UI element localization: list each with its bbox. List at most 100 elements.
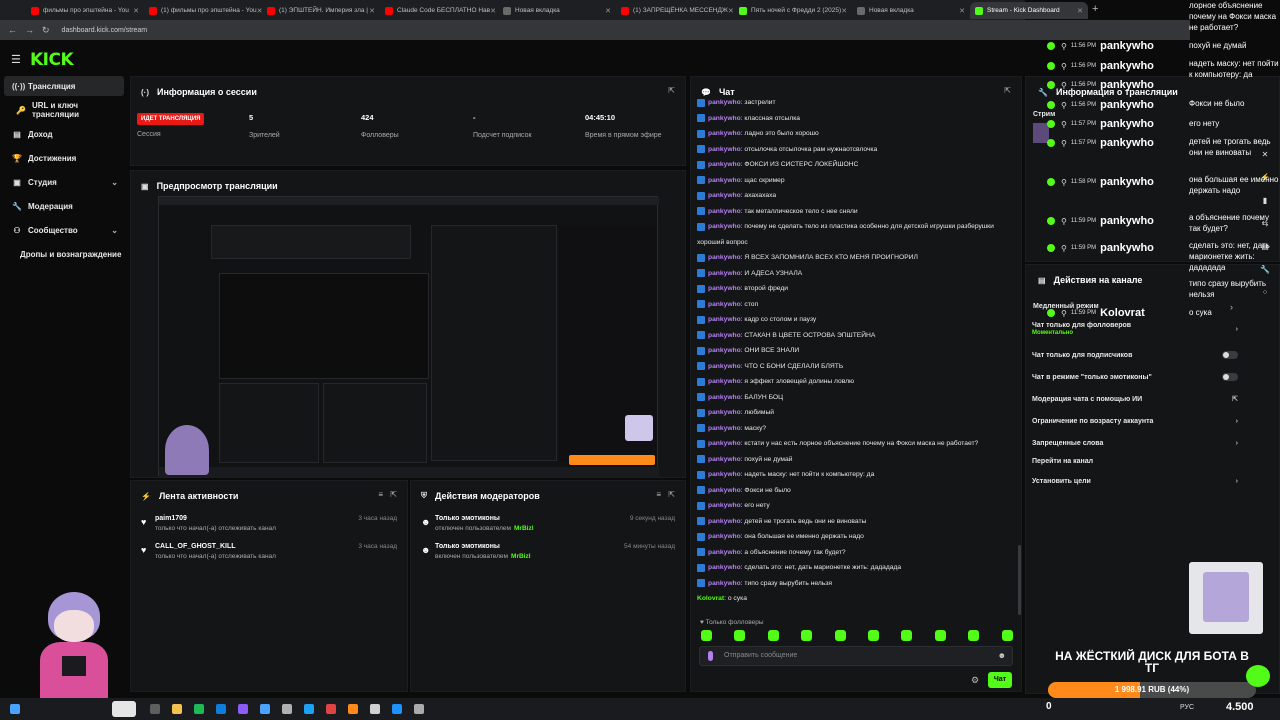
- filter-icon[interactable]: ≡: [656, 490, 661, 499]
- chat-username[interactable]: pankywho: [708, 177, 741, 184]
- chat-username[interactable]: pankywho: [708, 564, 741, 571]
- emoji-icon[interactable]: ☻: [998, 651, 1006, 660]
- chat-username[interactable]: pankywho: [708, 440, 741, 447]
- close-icon[interactable]: ✕: [490, 7, 496, 15]
- taskbar-app-icon[interactable]: [282, 704, 292, 714]
- channel-action[interactable]: Перейти на канал: [1032, 452, 1238, 470]
- emote-icon[interactable]: [1001, 630, 1013, 641]
- chat-username[interactable]: pankywho: [708, 363, 741, 370]
- taskbar-app-icon[interactable]: [326, 704, 336, 714]
- chat-username[interactable]: pankywho: [708, 533, 741, 540]
- channel-action[interactable]: Модерация чата с помощью ИИ ⇱: [1032, 390, 1238, 408]
- chat-username[interactable]: pankywho: [708, 332, 741, 339]
- channel-action[interactable]: Чат только для подписчиков: [1032, 346, 1238, 364]
- emote-icon[interactable]: [767, 630, 779, 641]
- taskbar-app-icon[interactable]: [172, 704, 182, 714]
- emote-icon[interactable]: [968, 630, 980, 641]
- chat-username[interactable]: pankywho: [708, 285, 741, 292]
- chat-username[interactable]: pankywho: [708, 223, 741, 230]
- browser-tab[interactable]: (1) фильмы про эпштейна - You ✕: [144, 2, 262, 19]
- expand-icon[interactable]: ⇱: [1004, 86, 1011, 95]
- close-icon[interactable]: ✕: [133, 7, 139, 15]
- taskbar-app-icon[interactable]: [238, 704, 248, 714]
- chat-username[interactable]: pankywho: [708, 425, 741, 432]
- toggle-switch[interactable]: [1222, 373, 1238, 381]
- browser-tab[interactable]: Новая вкладка ✕: [498, 2, 616, 19]
- emote-icon[interactable]: [734, 630, 746, 641]
- chat-username[interactable]: pankywho: [708, 192, 741, 199]
- channel-action[interactable]: Установить цели ›: [1032, 472, 1238, 490]
- activity-user[interactable]: paim1709: [155, 515, 187, 522]
- chat-username[interactable]: pankywho: [708, 99, 741, 106]
- sidebar-item[interactable]: 🔧 Модерация: [4, 196, 124, 216]
- taskbar-app-icon[interactable]: [150, 704, 160, 714]
- taskbar-app-icon[interactable]: [414, 704, 424, 714]
- chat-username[interactable]: Kolovrat: [697, 595, 724, 602]
- mod-action-user[interactable]: MrBizl: [511, 553, 531, 560]
- emote-icon[interactable]: [801, 630, 813, 641]
- taskbar-app-icon[interactable]: [216, 704, 226, 714]
- browser-tab[interactable]: (1) ЗАПРЕЩЁНКА МЕССЕНДЖ ✕: [616, 2, 734, 19]
- taskbar-app-icon[interactable]: [370, 704, 380, 714]
- chat-username[interactable]: pankywho: [708, 409, 741, 416]
- kick-logo[interactable]: KICK: [30, 50, 74, 70]
- browser-tab[interactable]: Claude Code БЕСПЛАТНО Нав ✕: [380, 2, 498, 19]
- close-icon[interactable]: ✕: [728, 7, 734, 15]
- stream-preview-video[interactable]: [158, 196, 659, 477]
- new-tab-icon[interactable]: +: [1092, 3, 1098, 15]
- chat-messages[interactable]: pankywho: застрелит pankywho: классная от…: [697, 95, 1017, 615]
- taskbar-app-icon[interactable]: [392, 704, 402, 714]
- taskbar-app-icon[interactable]: [10, 704, 20, 714]
- close-icon[interactable]: ✕: [841, 7, 847, 15]
- sidebar-item[interactable]: 🏆 Достижения: [4, 148, 124, 168]
- chat-username[interactable]: pankywho: [708, 316, 741, 323]
- reload-icon[interactable]: ↻: [42, 25, 50, 36]
- chat-username[interactable]: pankywho: [708, 161, 741, 168]
- gear-icon[interactable]: ⚙: [971, 675, 979, 686]
- emote-icon[interactable]: [868, 630, 879, 641]
- close-icon[interactable]: ✕: [605, 7, 611, 15]
- chat-username[interactable]: pankywho: [708, 301, 741, 308]
- sidebar-item[interactable]: ▣ Студия ⌄: [4, 172, 124, 192]
- sidebar-item[interactable]: ⚇ Сообщество ⌄: [4, 220, 124, 240]
- chat-username[interactable]: pankywho: [708, 130, 741, 137]
- close-icon[interactable]: ✕: [369, 7, 375, 15]
- expand-icon[interactable]: ⇱: [668, 490, 675, 499]
- sidebar-item[interactable]: ▤ Доход: [4, 124, 124, 144]
- back-icon[interactable]: ←: [8, 25, 17, 35]
- send-chat-button[interactable]: Чат: [988, 672, 1012, 688]
- chat-username[interactable]: pankywho: [708, 456, 741, 463]
- taskbar-app-icon[interactable]: [260, 704, 270, 714]
- taskbar-app-icon[interactable]: [304, 704, 314, 714]
- expand-icon[interactable]: ⇱: [390, 490, 397, 499]
- expand-icon[interactable]: ⇱: [668, 86, 675, 95]
- sidebar-item[interactable]: 🔑 URL и ключ трансляции: [4, 100, 124, 120]
- chat-username[interactable]: pankywho: [708, 580, 741, 587]
- browser-tab[interactable]: Stream - Kick Dashboard ✕: [970, 2, 1088, 19]
- chat-username[interactable]: pankywho: [708, 254, 741, 261]
- trash-icon[interactable]: ▮: [1263, 196, 1267, 205]
- close-icon[interactable]: ✕: [1077, 7, 1083, 15]
- channel-action[interactable]: Ограничение по возрасту аккаунта ›: [1032, 412, 1238, 430]
- chat-username[interactable]: pankywho: [708, 502, 741, 509]
- activity-user[interactable]: CALL_OF_GHOST_KILL: [155, 543, 236, 550]
- chat-username[interactable]: pankywho: [708, 208, 741, 215]
- taskbar-app-icon[interactable]: [348, 704, 358, 714]
- chat-username[interactable]: pankywho: [708, 518, 741, 525]
- filter-icon[interactable]: ≡: [378, 490, 383, 499]
- emote-icon[interactable]: [701, 630, 712, 641]
- chat-scrollbar[interactable]: [1018, 545, 1021, 615]
- language-indicator[interactable]: РУС: [1180, 704, 1194, 711]
- chat-username[interactable]: pankywho: [708, 115, 741, 122]
- toggle-switch[interactable]: [1222, 351, 1238, 359]
- forward-icon[interactable]: →: [25, 25, 34, 35]
- sidebar-item[interactable]: Дропы и вознаграждение: [4, 244, 124, 264]
- chat-username[interactable]: pankywho: [708, 270, 741, 277]
- chat-input[interactable]: Отправить сообщение ☻: [699, 646, 1013, 666]
- chat-username[interactable]: pankywho: [708, 487, 741, 494]
- taskbar-app-icon[interactable]: [194, 704, 204, 714]
- browser-tab[interactable]: Новая вкладка ✕: [852, 2, 970, 19]
- emote-icon[interactable]: [934, 630, 946, 641]
- sidebar-item[interactable]: ((·)) Трансляция: [4, 76, 124, 96]
- taskbar-app[interactable]: [112, 701, 136, 717]
